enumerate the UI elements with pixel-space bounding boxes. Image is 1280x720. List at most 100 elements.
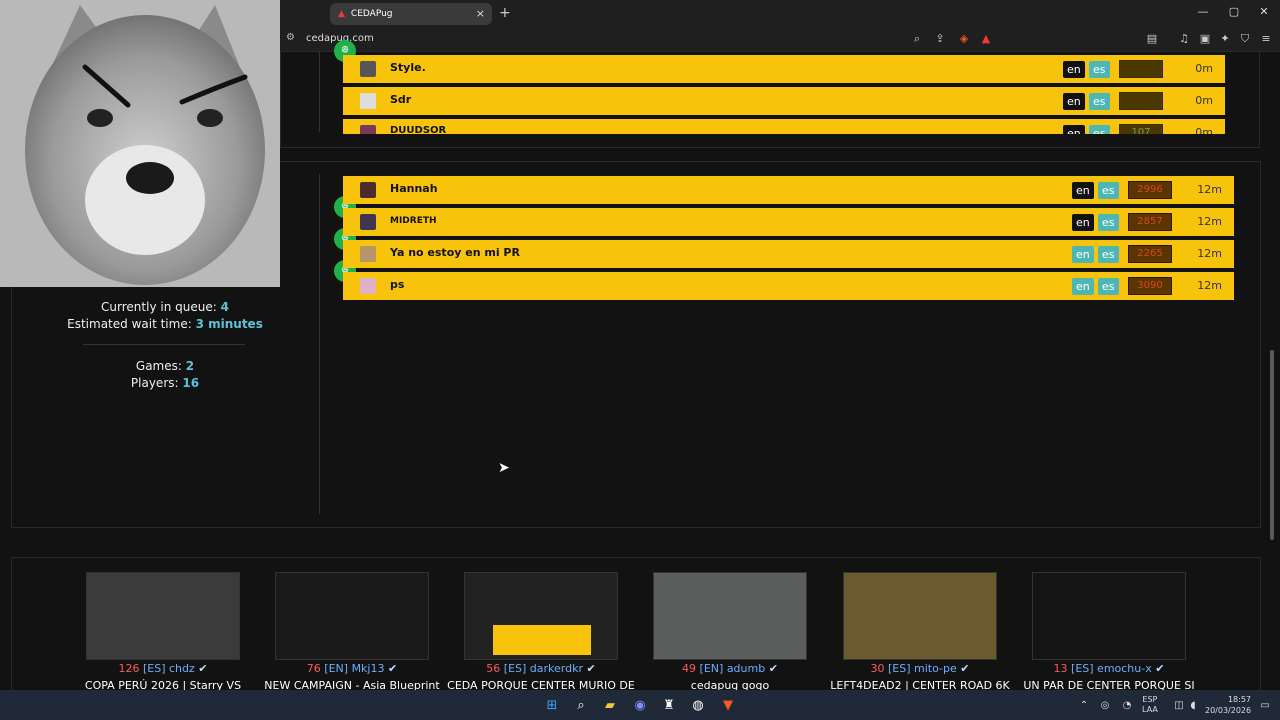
address-bar: ⚙ cedapug.com ⌕ ⇪ ◈ ▲ ▤ ♫ ▣ ✦ ⛉ ≡ — [280, 28, 1280, 52]
file-explorer-icon[interactable]: ▰ — [601, 697, 619, 715]
volume-icon[interactable]: ◖ — [1184, 697, 1202, 715]
stream-channel[interactable]: 76 [EN] Mkj13 ✔ — [262, 662, 442, 675]
windows-start-icon[interactable]: ⊞ — [543, 697, 561, 715]
verified-icon: ✔ — [387, 662, 398, 675]
avatar — [360, 61, 376, 77]
elo-badge — [1119, 92, 1163, 110]
queue-row[interactable]: Style. en es 0m — [343, 55, 1225, 83]
lang-badge-en: en — [1072, 182, 1094, 199]
wolf-image — [0, 0, 280, 287]
app-icon[interactable]: ♜ — [660, 697, 678, 715]
clock[interactable]: 18:57 20/03/2026 — [1205, 694, 1251, 716]
player-name: Ya no estoy en mi PR — [390, 246, 520, 259]
stream-channel[interactable]: 49 [EN] adumb ✔ — [640, 662, 820, 675]
stream-channel[interactable]: 126 [ES] chdz ✔ — [73, 662, 253, 675]
avatar — [360, 182, 376, 198]
brave-browser-icon[interactable]: ▼ — [719, 697, 737, 715]
avatar — [360, 246, 376, 262]
stream-channel[interactable]: 30 [ES] mito-pe ✔ — [830, 662, 1010, 675]
sidebar-icon[interactable]: ▤ — [1144, 32, 1160, 45]
webcam-overlay — [0, 0, 280, 287]
stream-channel[interactable]: 56 [ES] darkerdkr ✔ — [451, 662, 631, 675]
input-language[interactable]: ESP LAA — [1142, 695, 1158, 715]
search-icon[interactable]: ⌕ — [572, 697, 590, 715]
players-count: Players: 16 — [130, 376, 200, 390]
verified-icon: ✔ — [586, 662, 596, 675]
lang-badge-es: es — [1089, 125, 1110, 134]
player-name: MIDRETH — [390, 216, 437, 226]
queue-row[interactable]: ps en es 3090 12m — [343, 272, 1234, 300]
queue-row[interactable]: MIDRETH en es 2857 12m — [343, 208, 1234, 236]
menu-icon[interactable]: ≡ — [1258, 32, 1274, 45]
tab-close-icon[interactable]: × — [476, 7, 485, 20]
wait-time: 0m — [1195, 126, 1213, 134]
wait-time: 0m — [1195, 94, 1213, 107]
stream-thumbnail[interactable] — [843, 572, 997, 660]
queue-row[interactable]: Sdr en es 0m — [343, 87, 1225, 115]
leo-icon[interactable]: ✦ — [1217, 32, 1233, 45]
elo-badge: 2857 — [1128, 213, 1172, 231]
elo-badge: 2265 — [1128, 245, 1172, 263]
brave-shield-icon[interactable]: ◈ — [956, 32, 972, 45]
obs-icon[interactable]: ◍ — [689, 697, 707, 715]
stream-thumbnail[interactable] — [1032, 572, 1186, 660]
tray-chevron-icon[interactable]: ⌃ — [1075, 697, 1093, 715]
divider — [83, 344, 245, 345]
share-icon[interactable]: ⇪ — [932, 32, 948, 45]
wallet-icon[interactable]: ▣ — [1197, 32, 1213, 45]
player-name: ps — [390, 278, 405, 291]
lang-badge-es: es — [1098, 278, 1119, 295]
maximize-button[interactable]: ▢ — [1219, 5, 1249, 18]
avatar — [360, 125, 376, 134]
zoom-icon[interactable]: ⌕ — [909, 32, 925, 46]
elo-badge: 107 — [1119, 124, 1163, 134]
wait-time: 12m — [1197, 183, 1222, 196]
browser-tab[interactable]: ▲ CEDAPug × — [330, 3, 492, 25]
player-name: DUUDSOR — [390, 125, 447, 134]
scrollbar[interactable] — [1270, 350, 1274, 540]
vpn-icon[interactable]: ⛉ — [1237, 32, 1253, 46]
stream-thumbnail[interactable] — [275, 572, 429, 660]
minimize-button[interactable]: — — [1188, 5, 1218, 18]
lang-badge-es: es — [1098, 246, 1119, 263]
cedapug-favicon-icon: ▲ — [338, 9, 345, 19]
new-tab-button[interactable]: + — [499, 5, 511, 21]
stream-thumbnail[interactable] — [464, 572, 618, 660]
wait-time: 12m — [1197, 215, 1222, 228]
tab-title: CEDAPug — [350, 9, 393, 19]
verified-icon: ✔ — [768, 662, 778, 675]
taskbar: ⊞ ⌕ ▰ ◉ ♜ ◍ ▼ ⌃ ◎ ◔ ESP LAA ◫ ◖ 18:57 20… — [0, 690, 1280, 720]
wait-time: 12m — [1197, 279, 1222, 292]
lang-badge-en: en — [1072, 246, 1094, 263]
tray-app-icon[interactable]: ◔ — [1118, 697, 1136, 715]
wait-time: 12m — [1197, 247, 1222, 260]
elo-badge: 2996 — [1128, 181, 1172, 199]
site-info-icon[interactable]: ⚙ — [286, 32, 295, 43]
lang-badge-es: es — [1089, 93, 1110, 110]
media-icon[interactable]: ♫ — [1176, 32, 1192, 45]
notification-icon[interactable]: ▭ — [1256, 697, 1274, 715]
queue-row[interactable]: Ya no estoy en mi PR en es 2265 12m — [343, 240, 1234, 268]
close-window-button[interactable]: ✕ — [1249, 5, 1279, 18]
player-name: Hannah — [390, 182, 438, 195]
stream-thumbnail[interactable] — [653, 572, 807, 660]
player-name: Sdr — [390, 93, 412, 106]
stream-thumbnail[interactable] — [86, 572, 240, 660]
lang-badge-en: en — [1063, 93, 1085, 110]
games-count: Games: 2 — [135, 359, 195, 373]
lang-badge-en: en — [1072, 278, 1094, 295]
cursor-icon: ➤ — [498, 460, 510, 476]
discord-icon[interactable]: ◉ — [631, 697, 649, 715]
lang-badge-en: en — [1063, 61, 1085, 78]
queue-count: Currently in queue: 4 — [101, 300, 229, 314]
brave-rewards-icon[interactable]: ▲ — [978, 32, 994, 45]
player-name: Style. — [390, 61, 426, 74]
verified-icon: ✔ — [1155, 662, 1165, 675]
wait-estimate: Estimated wait time: 3 minutes — [67, 317, 263, 331]
stream-channel[interactable]: 13 [ES] emochu-x ✔ — [1019, 662, 1199, 675]
elo-badge — [1119, 60, 1163, 78]
queue-row[interactable]: Hannah en es 2996 12m — [343, 176, 1234, 204]
tray-app-icon[interactable]: ◎ — [1096, 697, 1114, 715]
queue-row[interactable]: DUUDSOR en es 107 0m — [343, 119, 1225, 134]
wait-time: 0m — [1195, 62, 1213, 75]
